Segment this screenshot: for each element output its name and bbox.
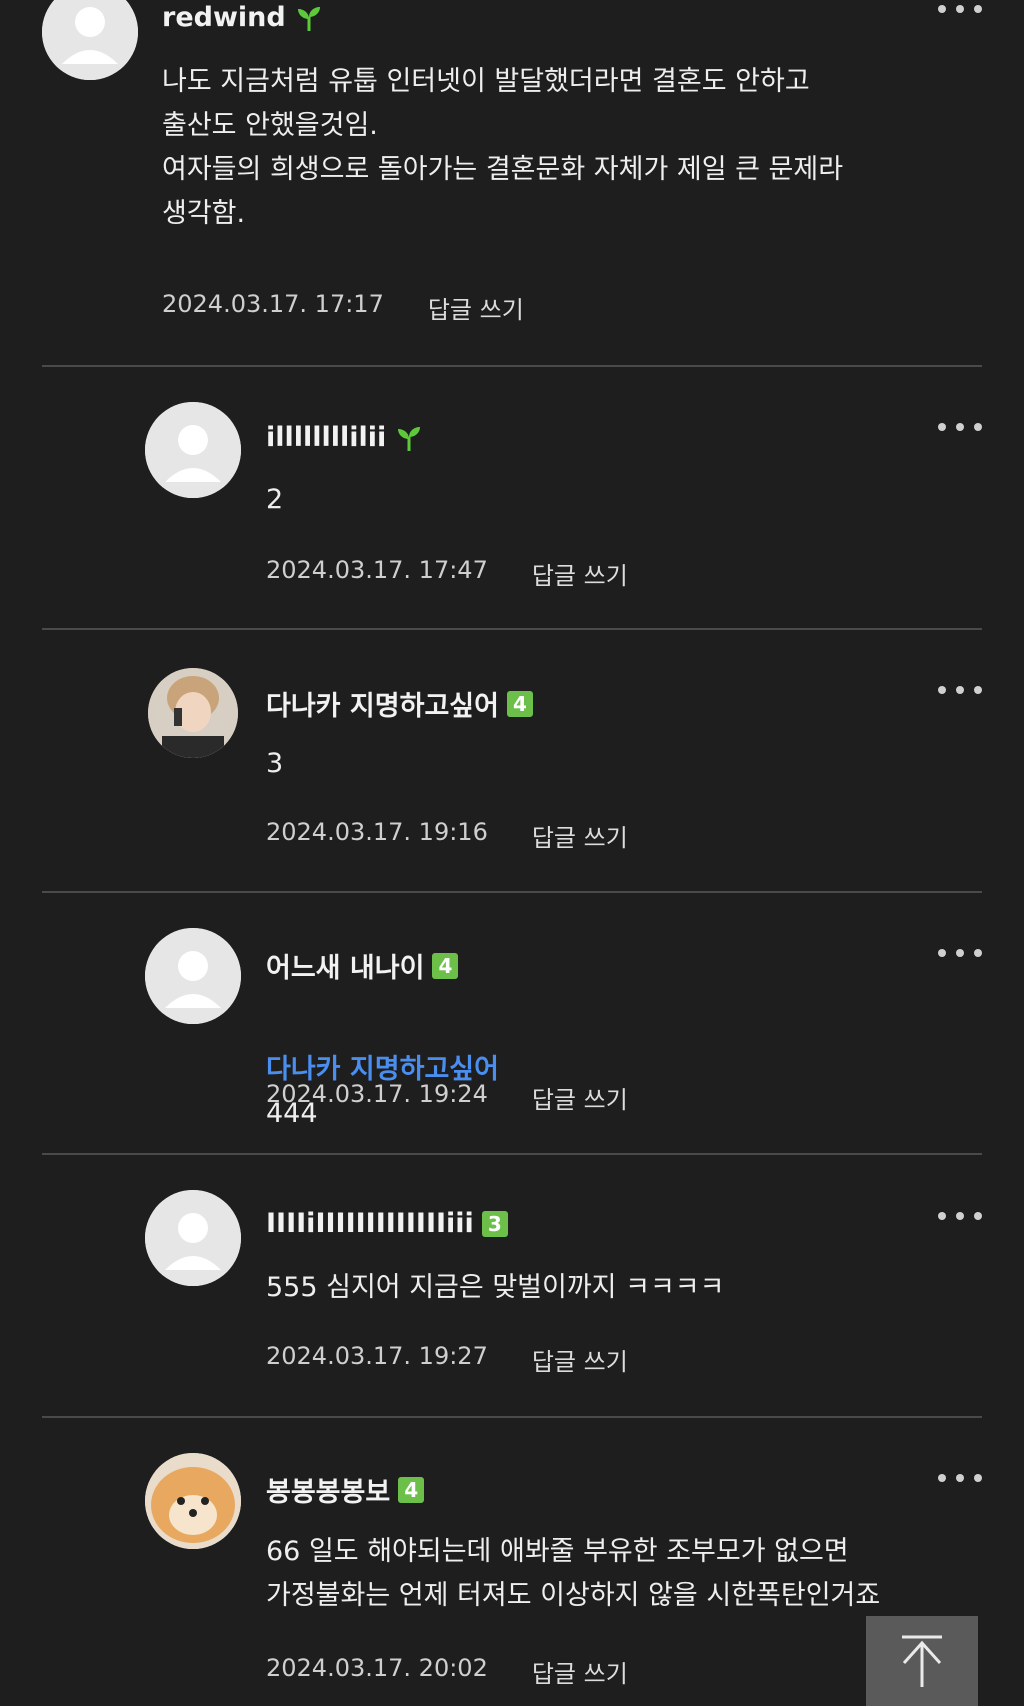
more-options-button[interactable] xyxy=(938,1209,982,1223)
timestamp: 2024.03.17. 17:17 xyxy=(162,290,384,318)
username-label: 봉봉봉봉보 xyxy=(266,1477,391,1508)
avatar[interactable] xyxy=(145,1453,241,1549)
more-options-button[interactable] xyxy=(938,946,982,960)
divider xyxy=(42,1416,982,1418)
avatar[interactable] xyxy=(148,668,238,758)
comment-meta: 2024.03.17. 17:47 답글 쓰기 xyxy=(266,556,628,591)
more-icon xyxy=(938,1212,946,1220)
arrow-up-icon xyxy=(902,1635,942,1687)
level-badge: 4 xyxy=(398,1476,425,1503)
more-icon xyxy=(938,423,946,431)
reply-button[interactable]: 답글 쓰기 xyxy=(532,1654,628,1689)
username-label: 다나카 지명하고싶어 xyxy=(266,691,499,722)
comment-meta: 2024.03.17. 19:24 답글 쓰기 xyxy=(266,1080,628,1115)
avatar[interactable] xyxy=(145,402,241,498)
more-icon xyxy=(938,686,946,694)
avatar[interactable] xyxy=(42,0,138,80)
timestamp: 2024.03.17. 19:16 xyxy=(266,818,488,846)
comment-body: 555 심지어 지금은 맞벌이까지 ㅋㅋㅋㅋ xyxy=(266,1272,725,1303)
comment-username[interactable]: IIIIiIIIIIIIIIIIIIiii 3 xyxy=(266,1208,508,1239)
divider xyxy=(42,1153,982,1155)
divider xyxy=(42,891,982,893)
more-options-button[interactable] xyxy=(938,683,982,697)
timestamp: 2024.03.17. 19:27 xyxy=(266,1342,488,1370)
username-label: illllllllilii xyxy=(266,422,387,453)
comment-meta: 2024.03.17. 19:27 답글 쓰기 xyxy=(266,1342,628,1377)
comment-username[interactable]: redwind xyxy=(162,2,324,33)
comment-meta: 2024.03.17. 19:16 답글 쓰기 xyxy=(266,818,628,853)
sprout-icon xyxy=(398,426,421,451)
more-options-button[interactable] xyxy=(938,2,982,16)
more-icon xyxy=(938,1474,946,1482)
level-badge: 3 xyxy=(481,1210,508,1237)
timestamp: 2024.03.17. 19:24 xyxy=(266,1080,488,1108)
comment-body: 나도 지금처럼 유툽 인터넷이 발달했더라면 결혼도 안하고 출산도 안했을것임… xyxy=(162,66,844,229)
comment-username[interactable]: 봉봉봉봉보 4 xyxy=(266,1470,425,1509)
comment-meta: 2024.03.17. 17:17 답글 쓰기 xyxy=(162,290,524,325)
comment-body: 다나카 지명하고싶어 444 xyxy=(266,1004,966,1136)
comment-meta: 2024.03.17. 20:02 답글 쓰기 xyxy=(266,1654,628,1689)
level-badge: 4 xyxy=(432,952,459,979)
username-label: 어느새 내나이 xyxy=(266,953,425,984)
scroll-top-button[interactable] xyxy=(866,1616,978,1706)
comment-username[interactable]: 어느새 내나이 4 xyxy=(266,946,459,985)
timestamp: 2024.03.17. 20:02 xyxy=(266,1654,488,1682)
timestamp: 2024.03.17. 17:47 xyxy=(266,556,488,584)
divider xyxy=(42,365,982,367)
level-badge: 4 xyxy=(506,690,533,717)
more-options-button[interactable] xyxy=(938,420,982,434)
comment-body: 2 xyxy=(266,484,284,515)
more-icon xyxy=(938,5,946,13)
reply-button[interactable]: 답글 쓰기 xyxy=(532,1342,628,1377)
comment-username[interactable]: 다나카 지명하고싶어 4 xyxy=(266,684,533,723)
more-options-button[interactable] xyxy=(938,1471,982,1485)
comment-body: 3 xyxy=(266,748,284,779)
reply-button[interactable]: 답글 쓰기 xyxy=(532,818,628,853)
more-icon xyxy=(938,949,946,957)
username-label: IIIIiIIIIIIIIIIIIIiii xyxy=(266,1208,474,1239)
sprout-icon xyxy=(297,6,320,31)
comment-username[interactable]: illllllllilii xyxy=(266,422,424,453)
username-label: redwind xyxy=(162,2,286,33)
comment-body: 66 일도 해야되는데 애봐줄 부유한 조부모가 없으면 가정불화는 언제 터져… xyxy=(266,1536,881,1611)
avatar[interactable] xyxy=(145,928,241,1024)
avatar[interactable] xyxy=(145,1190,241,1286)
reply-button[interactable]: 답글 쓰기 xyxy=(428,290,524,325)
reply-button[interactable]: 답글 쓰기 xyxy=(532,556,628,591)
divider xyxy=(42,628,982,630)
reply-button[interactable]: 답글 쓰기 xyxy=(532,1080,628,1115)
